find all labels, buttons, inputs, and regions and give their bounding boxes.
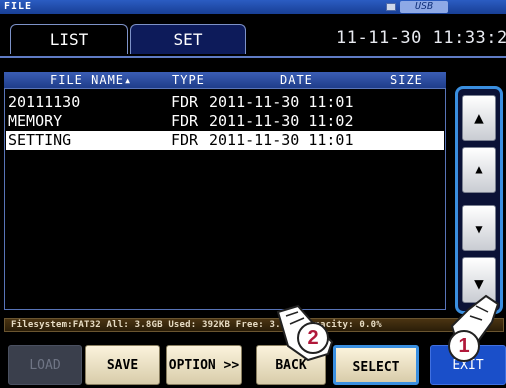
- usb-indicator: USB: [386, 1, 456, 13]
- list-item[interactable]: 20111130 FDR 2011-11-30 11:01: [6, 93, 444, 112]
- file-date: 2011-11-30 11:01: [209, 93, 354, 111]
- file-date: 2011-11-30 11:01: [209, 131, 354, 149]
- step-two-callout: 2: [297, 322, 329, 354]
- step-one-callout: 1: [448, 330, 480, 362]
- column-header-date[interactable]: DATE: [280, 72, 313, 88]
- list-item[interactable]: MEMORY FDR 2011-11-30 11:02: [6, 112, 444, 131]
- column-header-size[interactable]: SIZE: [390, 72, 423, 88]
- file-name: MEMORY: [8, 112, 63, 130]
- option-button[interactable]: OPTION >>: [166, 345, 242, 385]
- column-header-type[interactable]: TYPE: [172, 72, 205, 88]
- file-name: 20111130: [8, 93, 81, 111]
- scroll-panel: ▲ ▲ ▼ ▼: [455, 86, 503, 314]
- line-up-icon: ▲: [475, 162, 483, 176]
- file-type: FDR: [171, 112, 199, 130]
- save-button[interactable]: SAVE: [85, 345, 160, 385]
- load-button[interactable]: LOAD: [8, 345, 82, 385]
- file-type: FDR: [171, 131, 199, 149]
- tab-set[interactable]: SET: [130, 24, 246, 54]
- screen-title: FILE: [4, 1, 33, 12]
- clock-readout: 11-11-30 11:33:28: [336, 28, 506, 48]
- page-down-icon: ▼: [474, 274, 484, 293]
- file-type: FDR: [171, 93, 199, 111]
- usb-icon: [386, 3, 396, 11]
- line-up-button[interactable]: ▲: [462, 147, 496, 193]
- list-item-selected[interactable]: SETTING FDR 2011-11-30 11:01: [6, 131, 444, 150]
- title-bar: FILE USB: [0, 0, 506, 14]
- file-date: 2011-11-30 11:02: [209, 112, 354, 130]
- line-down-button[interactable]: ▼: [462, 205, 496, 251]
- file-list: 20111130 FDR 2011-11-30 11:01 MEMORY FDR…: [4, 88, 446, 310]
- column-header-name[interactable]: FILE NAME▴: [50, 72, 132, 88]
- page-up-button[interactable]: ▲: [462, 95, 496, 141]
- filesystem-status-bar: Filesystem:FAT32 All: 3.8GB Used: 392KB …: [4, 318, 504, 332]
- usb-label: USB: [400, 1, 448, 13]
- tab-list[interactable]: LIST: [10, 24, 128, 54]
- file-list-header: FILE NAME▴ TYPE DATE SIZE: [4, 72, 446, 88]
- file-name: SETTING: [8, 131, 72, 149]
- page-up-icon: ▲: [474, 108, 484, 127]
- tab-divider: [0, 56, 506, 58]
- line-down-icon: ▼: [475, 222, 483, 236]
